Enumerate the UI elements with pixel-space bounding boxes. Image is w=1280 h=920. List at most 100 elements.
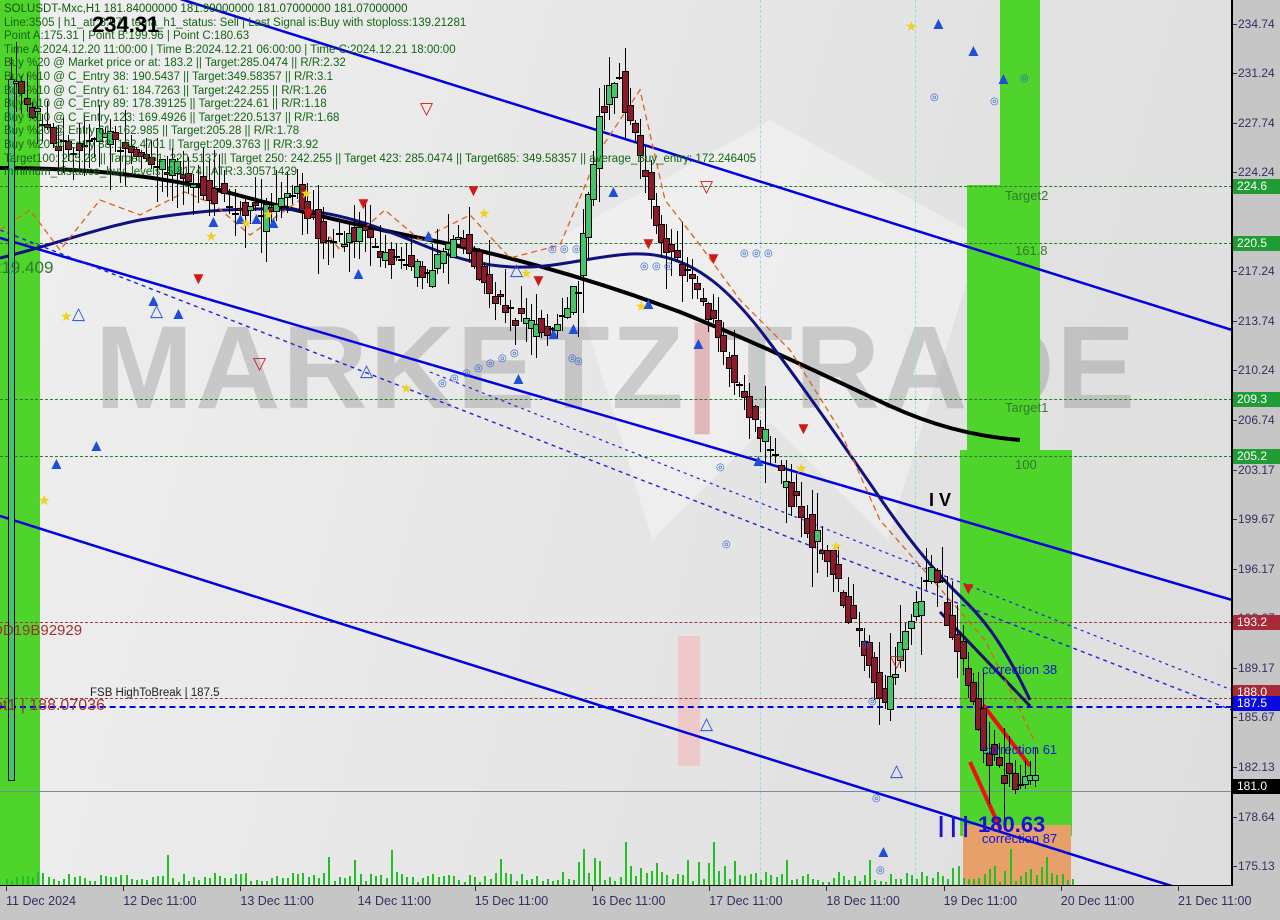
volume-bar [1051, 872, 1054, 885]
volume-bar [307, 877, 310, 885]
volume-bar [162, 876, 164, 885]
marker-circ: ◎ [868, 696, 877, 707]
volume-bar [728, 879, 731, 885]
price-tick-label: 217.24 [1233, 264, 1280, 278]
marker-circ: ◎ [862, 639, 871, 650]
volume-bar [21, 876, 24, 885]
volume-bar [276, 875, 279, 885]
volume-bar [656, 862, 658, 885]
volume-bar [26, 875, 29, 885]
volume-bar [926, 876, 929, 885]
volume-bar [754, 872, 757, 885]
candle-wick [822, 525, 824, 561]
volume-bar [370, 874, 372, 885]
marker-upArr: ▲ [690, 334, 707, 353]
time-tick-label: 16 Dec 11:00 [592, 894, 666, 908]
volume-bar [515, 880, 518, 885]
volume-bar [151, 877, 154, 885]
marker-star: ★ [400, 380, 413, 396]
volume-bar [219, 876, 222, 885]
volume-bar [396, 872, 398, 885]
volume-bar [692, 881, 695, 885]
volume-bar [619, 877, 622, 885]
volume-bar [380, 874, 383, 885]
marker-dnArr: ▼ [465, 181, 482, 200]
volume-bar [375, 876, 378, 885]
volume-bar [640, 867, 643, 885]
volume-bar [125, 875, 128, 885]
marker-dnArr: ▼ [640, 234, 657, 253]
volume-bar [198, 879, 201, 885]
volume-bar [84, 877, 86, 885]
volume-bar [791, 879, 794, 885]
marker-upArr: ▲ [420, 226, 437, 245]
volume-bar [848, 880, 851, 885]
marker-star: ★ [240, 215, 253, 231]
volume-bar [562, 871, 565, 885]
volume-bar [271, 878, 274, 885]
price-box-target: 205.2 [1233, 449, 1280, 464]
candle-wick [780, 459, 782, 485]
header-line: Buy %20 @ Entry 88: 162.4701 || Target:2… [4, 138, 319, 151]
volume-bar [136, 879, 138, 885]
header-line: Buy %10 @ C_Entry 89: 178.39125 || Targe… [4, 98, 327, 111]
volume-bar [838, 872, 840, 885]
volume-bar [240, 873, 242, 885]
marker-circ: ◎ [1020, 73, 1029, 84]
annotation-target1-price: et1 | 188.07036 [0, 697, 105, 714]
volume-bar [1035, 874, 1038, 885]
time-tick-mark [357, 886, 359, 891]
annotation-fsb-hightobreak: FSB HighToBreak | 187.5 [90, 687, 220, 699]
volume-bar [812, 878, 814, 885]
price-scale[interactable]: 234.74 231.24 227.74 224.24 217.24 213.74 210.… [1232, 0, 1280, 886]
time-tick-mark [943, 886, 945, 891]
price-tick-label: 199.67 [1233, 512, 1280, 526]
marker-star: ★ [478, 205, 491, 221]
volume-bar [1025, 871, 1028, 885]
time-scale[interactable]: 11 Dec 2024 12 Dec 11:00 13 Dec 11:00 14 De… [0, 886, 1280, 920]
volume-bar [832, 877, 835, 885]
volume-bar [99, 874, 102, 885]
volume-bar [614, 881, 617, 885]
marker-circ: ◎ [872, 793, 881, 804]
header-line: Buy %20 @ Entry 61: 162.985 || Target:20… [4, 125, 300, 138]
marker-upArr: ▲ [750, 451, 767, 470]
marker-circ: ◎ [450, 373, 459, 384]
candle-wick [505, 269, 506, 323]
price-tick-label: 210.24 [1233, 363, 1280, 377]
volume-bar [635, 875, 638, 885]
marker-dnArr: ▼ [300, 204, 317, 223]
volume-bar [588, 872, 591, 885]
marker-dnArr: ▼ [705, 249, 722, 268]
volume-bar [1066, 879, 1069, 885]
volume-bar [73, 877, 76, 885]
volume-bar [552, 881, 554, 885]
volume-bar [978, 877, 981, 885]
price-box-resistance: 193.2 [1233, 615, 1280, 630]
volume-bar [63, 879, 66, 885]
volume-bar [874, 880, 877, 885]
volume-bar [484, 875, 487, 885]
marker-circ: ◎ [560, 244, 569, 255]
volume-bar [323, 872, 326, 885]
price-tick-label: 189.17 [1233, 661, 1280, 675]
marker-circ: ◎ [740, 248, 749, 259]
volume-bar [697, 862, 700, 885]
volume-bar [245, 872, 248, 885]
volume-bar [292, 873, 294, 885]
volume-bar [801, 875, 804, 885]
marker-upArr: ▲ [350, 264, 367, 283]
volume-bar [229, 877, 232, 885]
candle-wick [520, 285, 522, 323]
volume-bar [422, 878, 424, 885]
price-overlay-tag: 234.31 [92, 12, 160, 37]
volume-bar [947, 879, 950, 885]
candle-body [1032, 774, 1040, 782]
chart-plot-area[interactable]: MARKETZ|TRADE ▲ ▲ ▲ ▲ ▲ ▲ ▲ ▲ ▲ ▲ ▲ ▲ ▲ … [0, 0, 1232, 886]
volume-bar [255, 879, 258, 885]
volume-bar [172, 877, 175, 885]
volume-bar [604, 880, 606, 885]
volume-bar [962, 878, 965, 885]
volume-bar [853, 876, 856, 885]
price-tick-label: 178.64 [1233, 810, 1280, 824]
